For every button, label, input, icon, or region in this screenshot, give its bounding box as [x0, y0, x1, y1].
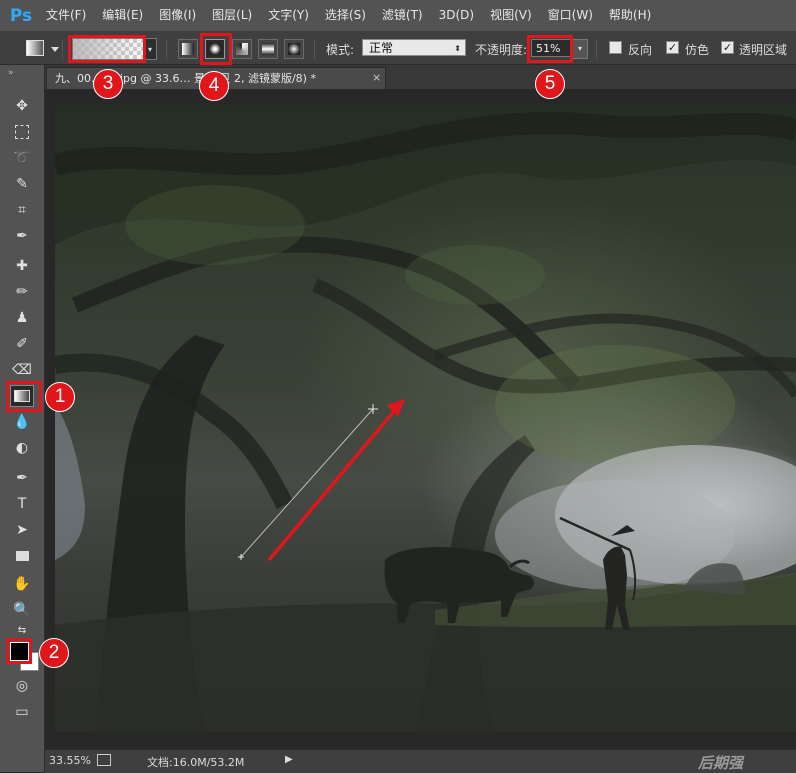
eyedropper-tool-icon[interactable]: ✒ — [10, 225, 34, 247]
screen-mode-icon[interactable]: ▭ — [10, 701, 34, 723]
select-arrows-icon: ⬍ — [454, 44, 461, 53]
swap-colors-icon[interactable]: ⇆ — [10, 623, 34, 637]
dither-checkbox[interactable]: ✓ — [666, 41, 679, 54]
gradient-picker-dropdown-icon[interactable]: ▾ — [144, 38, 157, 60]
eraser-tool-icon[interactable]: ⌫ — [10, 359, 34, 381]
tool-preset-icon[interactable] — [26, 40, 44, 56]
reverse-checkbox[interactable] — [609, 41, 622, 54]
mode-select[interactable]: 正常 ⬍ — [362, 39, 466, 56]
export-icon[interactable] — [97, 754, 111, 766]
tools-panel: » ✥ ➰ ✎ ⌗ ✒ ✚ ✏ ♟ ✐ ⌫ 💧 ◐ ✒ T ➤ ✋ 🔍 ⇆ ◎ … — [0, 65, 45, 772]
lasso-tool-icon[interactable]: ➰ — [10, 147, 34, 169]
menu-bar: Ps 文件(F) 编辑(E) 图像(I) 图层(L) 文字(Y) 选择(S) 滤… — [0, 0, 796, 32]
angle-gradient-button[interactable] — [232, 39, 252, 59]
path-select-tool-icon[interactable]: ➤ — [10, 519, 34, 541]
gradient-tool-icon — [14, 390, 30, 402]
photo-illustration — [55, 105, 796, 732]
pen-tool-icon[interactable]: ✒ — [10, 467, 34, 489]
close-icon[interactable]: × — [372, 71, 381, 84]
quick-mask-icon[interactable]: ◎ — [10, 675, 34, 697]
menu-file[interactable]: 文件(F) — [38, 0, 94, 31]
canvas-area[interactable] — [45, 89, 796, 749]
divider — [62, 39, 63, 59]
opacity-label: 不透明度: — [475, 43, 528, 57]
brush-tool-icon[interactable]: ✏ — [10, 281, 34, 303]
radial-gradient-icon — [209, 43, 221, 55]
radial-gradient-button[interactable] — [205, 39, 225, 59]
watermark-logo: 后期强 — [698, 754, 744, 772]
transparency-checkbox[interactable]: ✓ — [721, 41, 734, 54]
annotation-badge-3: 3 — [93, 69, 123, 99]
mode-value: 正常 — [369, 41, 394, 55]
options-bar: ▾ 模式: 正常 ⬍ 不透明度: 51% ▾ 反向 ✓ 仿色 ✓ 透明区域 — [0, 32, 796, 65]
linear-gradient-icon — [182, 43, 194, 55]
reverse-label: 反向 — [628, 43, 653, 57]
type-tool-icon[interactable]: T — [10, 493, 34, 515]
annotation-badge-1: 1 — [45, 382, 75, 412]
reflected-gradient-button[interactable] — [258, 39, 278, 59]
menu-select[interactable]: 选择(S) — [317, 0, 374, 31]
panel-grip-icon[interactable]: » — [8, 68, 14, 78]
linear-gradient-button[interactable] — [178, 39, 198, 59]
rectangle-tool-icon[interactable] — [10, 545, 34, 567]
transparency-label: 透明区域 — [739, 43, 788, 57]
menu-view[interactable]: 视图(V) — [482, 0, 540, 31]
crop-tool-icon[interactable]: ⌗ — [10, 199, 34, 221]
diamond-gradient-button[interactable] — [284, 39, 304, 59]
zoom-level[interactable]: 33.55% — [49, 754, 91, 767]
clone-stamp-tool-icon[interactable]: ♟ — [10, 307, 34, 329]
status-bar: 33.55% 文档:16.0M/53.2M ▶ — [45, 749, 796, 773]
menu-type[interactable]: 文字(Y) — [260, 0, 317, 31]
angle-gradient-icon — [236, 43, 248, 55]
foreground-color-swatch[interactable] — [10, 642, 29, 661]
hand-tool-icon[interactable]: ✋ — [10, 573, 34, 595]
tool-preset-arrow-icon[interactable] — [51, 47, 59, 52]
gradient-tool[interactable] — [10, 385, 34, 407]
blur-tool-icon[interactable]: 💧 — [10, 411, 34, 433]
mode-label: 模式: — [326, 43, 355, 57]
menu-window[interactable]: 窗口(W) — [540, 0, 601, 31]
divider — [166, 39, 167, 59]
history-brush-tool-icon[interactable]: ✐ — [10, 333, 34, 355]
menu-image[interactable]: 图像(I) — [151, 0, 204, 31]
dither-label: 仿色 — [685, 43, 710, 57]
marquee-shape — [15, 125, 29, 139]
menu-edit[interactable]: 编辑(E) — [94, 0, 151, 31]
divider — [596, 39, 597, 59]
document-image[interactable] — [55, 105, 796, 732]
move-tool-icon[interactable]: ✥ — [10, 95, 34, 117]
reflected-gradient-icon — [262, 43, 274, 55]
annotation-badge-2: 2 — [39, 638, 69, 668]
photoshop-logo: Ps — [9, 5, 33, 26]
zoom-tool-icon[interactable]: 🔍 — [10, 599, 34, 621]
dodge-tool-icon[interactable]: ◐ — [10, 437, 34, 459]
opacity-dropdown-icon[interactable]: ▾ — [572, 39, 588, 59]
menu-layer[interactable]: 图层(L) — [204, 0, 260, 31]
menu-filter[interactable]: 滤镜(T) — [374, 0, 431, 31]
status-menu-arrow-icon[interactable]: ▶ — [285, 754, 293, 765]
gradient-picker[interactable] — [72, 38, 146, 60]
annotation-badge-4: 4 — [199, 71, 229, 101]
opacity-field[interactable]: 51% — [531, 39, 571, 57]
quick-select-tool-icon[interactable]: ✎ — [10, 173, 34, 195]
rectangle-shape — [15, 551, 29, 561]
divider — [314, 39, 315, 59]
diamond-gradient-icon — [288, 43, 300, 55]
menu-help[interactable]: 帮助(H) — [601, 0, 659, 31]
menu-3d[interactable]: 3D(D) — [431, 0, 482, 31]
marquee-tool-icon[interactable] — [10, 121, 34, 143]
document-size: 文档:16.0M/53.2M — [147, 756, 245, 769]
annotation-badge-5: 5 — [535, 69, 565, 99]
healing-brush-tool-icon[interactable]: ✚ — [10, 255, 34, 277]
